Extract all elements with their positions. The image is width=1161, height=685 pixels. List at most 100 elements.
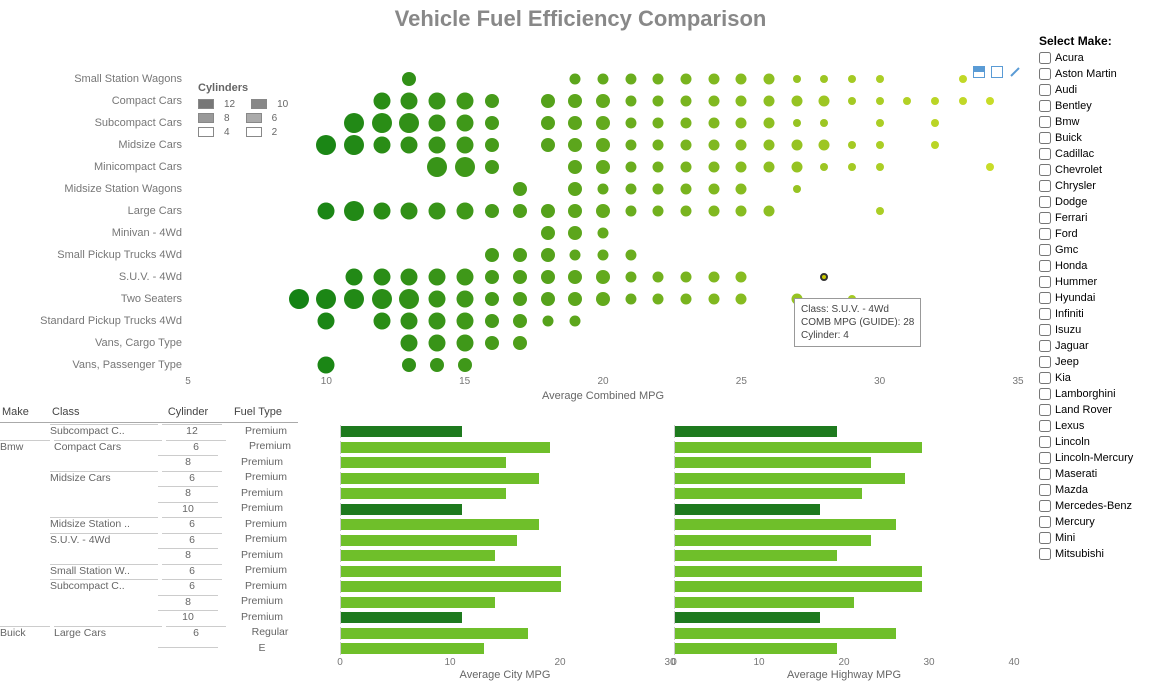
bubble-point[interactable] <box>625 206 636 217</box>
table-row[interactable]: Midsize Cars6Premium <box>0 470 340 486</box>
bubble-point[interactable] <box>485 94 499 108</box>
filter-item[interactable]: Cadillac <box>1039 146 1161 162</box>
bubble-point[interactable] <box>568 182 582 196</box>
bubble-point[interactable] <box>793 119 801 127</box>
bar-row[interactable] <box>340 502 1035 518</box>
bubble-point[interactable] <box>736 140 747 151</box>
filter-item[interactable]: Mazda <box>1039 482 1161 498</box>
filter-item[interactable]: Lamborghini <box>1039 386 1161 402</box>
bubble-point[interactable] <box>876 75 884 83</box>
bar-row[interactable] <box>340 641 1035 657</box>
filter-checkbox[interactable] <box>1039 116 1051 128</box>
bubble-point[interactable] <box>653 96 664 107</box>
bar-row[interactable] <box>340 626 1035 642</box>
bubble-point[interactable] <box>848 75 856 83</box>
bubble-point[interactable] <box>681 294 692 305</box>
bubble-point[interactable] <box>429 335 446 352</box>
bubble-point[interactable] <box>596 94 610 108</box>
bubble-point[interactable] <box>429 137 446 154</box>
bubble-point[interactable] <box>289 289 309 309</box>
filter-item[interactable]: Infiniti <box>1039 306 1161 322</box>
filter-item[interactable]: Isuzu <box>1039 322 1161 338</box>
bubble-point[interactable] <box>625 74 636 85</box>
bubble-point[interactable] <box>596 204 610 218</box>
bubble-point[interactable] <box>318 203 335 220</box>
bubble-point[interactable] <box>625 250 636 261</box>
bubble-point[interactable] <box>793 185 801 193</box>
bubble-point[interactable] <box>568 270 582 284</box>
filter-item[interactable]: Chrysler <box>1039 178 1161 194</box>
filter-checkbox[interactable] <box>1039 548 1051 560</box>
bubble-point[interactable] <box>513 270 527 284</box>
bubble-point[interactable] <box>876 119 884 127</box>
bubble-point[interactable] <box>653 140 664 151</box>
bubble-point[interactable] <box>598 184 609 195</box>
table-row[interactable]: 8Premium <box>0 547 340 563</box>
bubble-point[interactable] <box>736 74 747 85</box>
bubble-point[interactable] <box>708 96 719 107</box>
bubble-point[interactable] <box>541 138 555 152</box>
filter-checkbox[interactable] <box>1039 244 1051 256</box>
bubble-point[interactable] <box>429 93 446 110</box>
bubble-point[interactable] <box>401 93 418 110</box>
bubble-point[interactable] <box>401 313 418 330</box>
bubble-point[interactable] <box>485 160 499 174</box>
bubble-point[interactable] <box>427 157 447 177</box>
bubble-point[interactable] <box>401 269 418 286</box>
filter-checkbox[interactable] <box>1039 100 1051 112</box>
filter-checkbox[interactable] <box>1039 292 1051 304</box>
bubble-point[interactable] <box>598 228 609 239</box>
bubble-point[interactable] <box>485 336 499 350</box>
bubble-point[interactable] <box>625 140 636 151</box>
bubble-point[interactable] <box>820 119 828 127</box>
bubble-point[interactable] <box>820 163 828 171</box>
bubble-point[interactable] <box>681 272 692 283</box>
bubble-point[interactable] <box>513 204 527 218</box>
bubble-point[interactable] <box>456 115 473 132</box>
bubble-point[interactable] <box>568 204 582 218</box>
bubble-point[interactable] <box>708 184 719 195</box>
filter-item[interactable]: Hyundai <box>1039 290 1161 306</box>
filter-checkbox[interactable] <box>1039 180 1051 192</box>
bubble-point[interactable] <box>429 313 446 330</box>
bubble-point[interactable] <box>681 74 692 85</box>
filter-item[interactable]: Acura <box>1039 50 1161 66</box>
bar-row[interactable] <box>340 564 1035 580</box>
bubble-point[interactable] <box>931 141 939 149</box>
bubble-point[interactable] <box>430 358 444 372</box>
bubble-point[interactable] <box>402 72 416 86</box>
bubble-point[interactable] <box>653 118 664 129</box>
filter-checkbox[interactable] <box>1039 228 1051 240</box>
filter-item[interactable]: Mini <box>1039 530 1161 546</box>
filter-checkbox[interactable] <box>1039 436 1051 448</box>
bubble-point[interactable] <box>791 140 802 151</box>
bubble-point[interactable] <box>456 313 473 330</box>
bubble-point[interactable] <box>344 289 364 309</box>
filter-item[interactable]: Maserati <box>1039 466 1161 482</box>
filter-item[interactable]: Honda <box>1039 258 1161 274</box>
bubble-point[interactable] <box>820 273 828 281</box>
bar-row[interactable] <box>340 424 1035 440</box>
bubble-point[interactable] <box>513 292 527 306</box>
filter-checkbox[interactable] <box>1039 84 1051 96</box>
filter-checkbox[interactable] <box>1039 260 1051 272</box>
bar-row[interactable] <box>340 471 1035 487</box>
filter-item[interactable]: Lincoln <box>1039 434 1161 450</box>
bubble-point[interactable] <box>456 335 473 352</box>
bubble-point[interactable] <box>819 140 830 151</box>
bubble-point[interactable] <box>399 289 419 309</box>
filter-checkbox[interactable] <box>1039 516 1051 528</box>
bar-row[interactable] <box>340 548 1035 564</box>
bubble-point[interactable] <box>372 289 392 309</box>
bubble-point[interactable] <box>372 113 392 133</box>
filter-item[interactable]: Jaguar <box>1039 338 1161 354</box>
bubble-point[interactable] <box>485 116 499 130</box>
bubble-point[interactable] <box>485 204 499 218</box>
bubble-point[interactable] <box>764 118 775 129</box>
bubble-point[interactable] <box>876 163 884 171</box>
bubble-point[interactable] <box>541 204 555 218</box>
bubble-point[interactable] <box>485 270 499 284</box>
bubble-point[interactable] <box>344 113 364 133</box>
table-row[interactable]: 10Premium <box>0 609 340 625</box>
bar-row[interactable] <box>340 579 1035 595</box>
